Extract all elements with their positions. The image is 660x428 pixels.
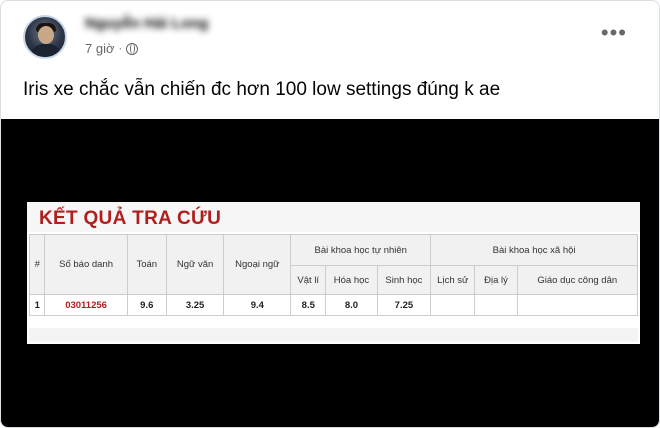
- col-header-literature: Ngữ văn: [165, 234, 225, 295]
- result-title: KẾT QUẢ TRA CỨU: [39, 208, 222, 229]
- result-table: # Số báo danh Toán Ngữ văn Ngoại ngữ Bài…: [28, 234, 639, 316]
- cell-foreign-language: 9.4: [223, 294, 292, 316]
- avatar-face: [38, 26, 54, 44]
- col-header-civic-education: Giáo dục công dân: [516, 265, 639, 295]
- col-header-candidate-no: Số báo danh: [44, 234, 128, 295]
- cell-candidate-no: 03011256: [44, 294, 128, 316]
- table-header-row: # Số báo danh Toán Ngữ văn Ngoại ngữ Bài…: [28, 234, 638, 295]
- exam-result-screenshot: KẾT QUẢ TRA CỨU # Số báo danh Toán Ngữ v…: [27, 202, 640, 344]
- globe-icon[interactable]: [126, 42, 139, 55]
- post-card: Nguyễn Hải Long 7 giờ · ••• Iris xe chắc…: [0, 0, 660, 428]
- cell-biology: 7.25: [376, 294, 432, 316]
- more-horizontal-icon[interactable]: •••: [601, 22, 627, 44]
- cell-history: [430, 294, 476, 316]
- cell-civic-education: [516, 294, 639, 316]
- col-header-biology: Sinh học: [376, 265, 432, 295]
- table-row: 1 03011256 9.6 3.25 9.4 8.5 8.0 7.25: [28, 294, 639, 316]
- table-footer-space: [29, 328, 638, 342]
- meta-separator: ·: [118, 42, 123, 55]
- cell-physics: 8.5: [290, 294, 327, 316]
- col-header-physics: Vật lí: [290, 265, 327, 295]
- cell-math: 9.6: [126, 294, 167, 316]
- col-header-index: #: [28, 234, 46, 295]
- col-header-geography: Địa lý: [474, 265, 518, 295]
- cell-geography: [474, 294, 518, 316]
- col-header-social-sciences: Bài khoa học xã hội: [430, 234, 638, 266]
- col-header-foreign-language: Ngoại ngữ: [223, 234, 292, 295]
- col-header-natural-sciences: Bài khoa học tự nhiên: [290, 234, 432, 266]
- post-time[interactable]: 7 giờ: [85, 41, 115, 56]
- col-header-math: Toán: [126, 234, 167, 295]
- cell-index: 1: [28, 294, 46, 316]
- col-header-history: Lịch sử: [430, 265, 476, 295]
- post-meta: 7 giờ ·: [85, 41, 139, 56]
- cell-literature: 3.25: [165, 294, 225, 316]
- post-image[interactable]: KẾT QUẢ TRA CỨU # Số báo danh Toán Ngữ v…: [1, 119, 659, 427]
- avatar-body: [31, 44, 61, 57]
- author-avatar[interactable]: [23, 15, 67, 59]
- author-name[interactable]: Nguyễn Hải Long: [85, 15, 208, 32]
- post-caption: Iris xe chắc vẫn chiến đc hơn 100 low se…: [23, 79, 501, 100]
- cell-chemistry: 8.0: [325, 294, 378, 316]
- col-header-chemistry: Hóa học: [325, 265, 378, 295]
